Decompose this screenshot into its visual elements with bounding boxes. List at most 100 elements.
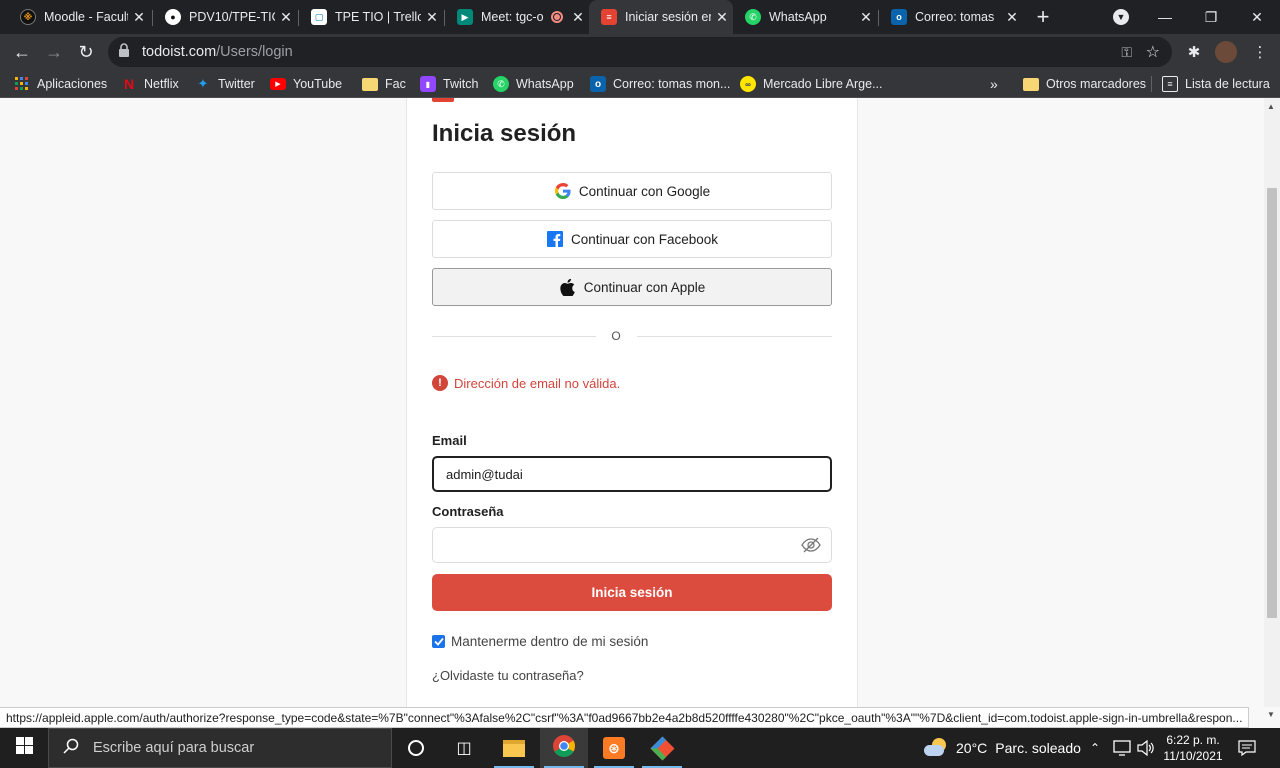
twitter-icon: ✦ [197, 76, 209, 91]
remember-me-checkbox[interactable]: Mantenerme dentro de mi sesión [432, 634, 648, 649]
close-icon[interactable]: ✕ [275, 9, 297, 26]
tab-github[interactable]: ● PDV10/TPE-TIO ✕ [153, 0, 297, 34]
or-separator-text: O [611, 329, 621, 343]
tab-whatsapp[interactable]: ✆ WhatsApp ✕ [733, 0, 877, 34]
taskbar-git-client[interactable] [638, 728, 686, 768]
reload-icon: ↻ [78, 41, 94, 62]
reading-list-button[interactable]: ≡ Lista de lectura [1162, 74, 1270, 94]
star-icon[interactable]: ☆ [1146, 42, 1160, 62]
cortana-circle-icon [408, 740, 424, 756]
scroll-down-icon[interactable]: ▼ [1267, 710, 1275, 719]
tab-moodle[interactable]: ※ Moodle - Facultad ✕ [8, 0, 150, 34]
todoist-icon: ≡ [601, 9, 617, 25]
tab-search-button[interactable]: ▼ [1098, 0, 1144, 34]
bookmark-twitch[interactable]: ▮ Twitch [420, 74, 478, 94]
xampp-icon: ⊛ [603, 737, 625, 759]
forgot-password-link[interactable]: ¿Olvidaste tu contraseña? [432, 668, 584, 683]
page-scrollbar[interactable]: ▲ ▼ [1264, 98, 1280, 719]
bookmarks-bar: Aplicaciones N Netflix ✦ Twitter ▶ YouTu… [0, 70, 1280, 98]
restore-button[interactable]: ❐ [1188, 0, 1234, 34]
close-icon[interactable]: ✕ [128, 9, 150, 26]
email-label: Email [432, 433, 467, 448]
taskbar-clock[interactable]: 6:22 p. m. 11/10/2021 [1158, 732, 1228, 764]
scrollbar-thumb[interactable] [1267, 188, 1277, 618]
bookmark-apps[interactable]: Aplicaciones [14, 74, 107, 94]
tray-overflow-button[interactable]: ⌃ [1090, 728, 1100, 768]
tab-title: TPE TIO | Trello [335, 10, 421, 24]
bookmark-mercadolibre[interactable]: ∞ Mercado Libre Arge... [740, 74, 883, 94]
eye-off-icon[interactable] [800, 535, 822, 555]
taskbar-search-box[interactable]: Escribe aquí para buscar [48, 728, 392, 768]
scroll-up-icon[interactable]: ▲ [1267, 102, 1275, 111]
start-button[interactable] [0, 728, 48, 768]
error-text: Dirección de email no válida. [454, 375, 621, 391]
close-icon[interactable]: ✕ [1001, 9, 1023, 26]
bookmark-label: Twitter [218, 77, 255, 91]
tab-meet[interactable]: ▶ Meet: tgc-o ✕ [445, 0, 589, 34]
folder-icon [1023, 77, 1039, 91]
network-icon[interactable] [1113, 728, 1131, 768]
close-icon[interactable]: ✕ [711, 9, 733, 26]
youtube-icon: ▶ [270, 78, 286, 90]
taskbar-chrome[interactable] [540, 728, 588, 768]
taskbar-file-explorer[interactable] [490, 728, 538, 768]
bookmarks-overflow-button[interactable]: » [990, 74, 998, 94]
login-submit-button[interactable]: Inicia sesión [432, 574, 832, 611]
cortana-button[interactable] [392, 728, 440, 768]
weather-widget[interactable]: 20°C Parc. soleado [924, 728, 1081, 768]
new-tab-button[interactable]: + [1023, 0, 1063, 34]
todoist-logo [432, 98, 454, 102]
close-icon[interactable]: ✕ [855, 9, 877, 26]
bookmark-netflix[interactable]: N Netflix [121, 74, 179, 94]
moodle-icon: ※ [20, 9, 36, 25]
facebook-login-label: Continuar con Facebook [570, 231, 719, 247]
forward-button[interactable]: → [38, 36, 70, 68]
reload-button[interactable]: ↻ [70, 36, 102, 68]
password-field[interactable] [432, 527, 832, 563]
taskbar-xampp[interactable]: ⊛ [590, 728, 638, 768]
apple-login-button[interactable]: Continuar con Apple [432, 268, 832, 306]
address-bar[interactable]: todoist.com/Users/login ⚿ ☆ [108, 37, 1172, 67]
bookmark-label: WhatsApp [516, 77, 574, 91]
checkbox-checked-icon[interactable] [432, 635, 445, 648]
notifications-button[interactable] [1238, 728, 1256, 768]
remember-me-label: Mantenerme dentro de mi sesión [451, 634, 649, 649]
bookmark-folder-fac[interactable]: Fac [362, 74, 406, 94]
profile-button[interactable] [1210, 36, 1242, 68]
bookmark-youtube[interactable]: ▶ YouTube [270, 74, 342, 94]
task-view-button[interactable]: ◫ [440, 728, 488, 768]
folder-icon [362, 77, 378, 91]
facebook-login-button[interactable]: Continuar con Facebook [432, 220, 832, 258]
taskbar-search-placeholder: Escribe aquí para buscar [93, 740, 255, 756]
facebook-icon [546, 230, 564, 248]
bookmark-whatsapp[interactable]: ✆ WhatsApp [493, 74, 574, 94]
bookmark-twitter[interactable]: ✦ Twitter [195, 74, 255, 94]
close-icon[interactable]: ✕ [567, 9, 589, 26]
close-icon[interactable]: ✕ [421, 9, 443, 26]
link-status-bubble: https://appleid.apple.com/auth/authorize… [0, 707, 1250, 728]
tab-trello[interactable]: ▢ TPE TIO | Trello ✕ [299, 0, 443, 34]
minimize-button[interactable]: — [1142, 0, 1188, 34]
bookmark-label: Fac [385, 77, 406, 91]
netflix-icon: N [123, 76, 135, 92]
extensions-button[interactable]: ✱ [1178, 36, 1210, 68]
windows-logo-icon [15, 737, 33, 759]
error-message: ! Dirección de email no válida. [432, 375, 620, 391]
tab-todoist[interactable]: ≡ Iniciar sesión en Todoist ✕ [589, 0, 733, 34]
bookmark-folder-others[interactable]: Otros marcadores [1023, 74, 1146, 94]
lock-icon [118, 43, 134, 61]
tab-outlook[interactable]: o Correo: tomas ✕ [879, 0, 1023, 34]
clock-time: 6:22 p. m. [1166, 733, 1220, 747]
key-icon[interactable]: ⚿ [1121, 44, 1132, 61]
window-close-button[interactable]: ✕ [1234, 0, 1280, 34]
meet-icon: ▶ [457, 9, 473, 25]
back-button[interactable]: ← [6, 36, 38, 68]
google-login-button[interactable]: Continuar con Google [432, 172, 832, 210]
url-path: /Users/login [216, 44, 293, 60]
volume-icon[interactable] [1137, 728, 1155, 768]
email-field[interactable] [432, 456, 832, 492]
bookmark-outlook[interactable]: o Correo: tomas mon... [590, 74, 730, 94]
chevron-down-icon: ▼ [1113, 9, 1129, 25]
avatar [1215, 41, 1237, 63]
menu-button[interactable]: ⋮ [1244, 36, 1276, 68]
